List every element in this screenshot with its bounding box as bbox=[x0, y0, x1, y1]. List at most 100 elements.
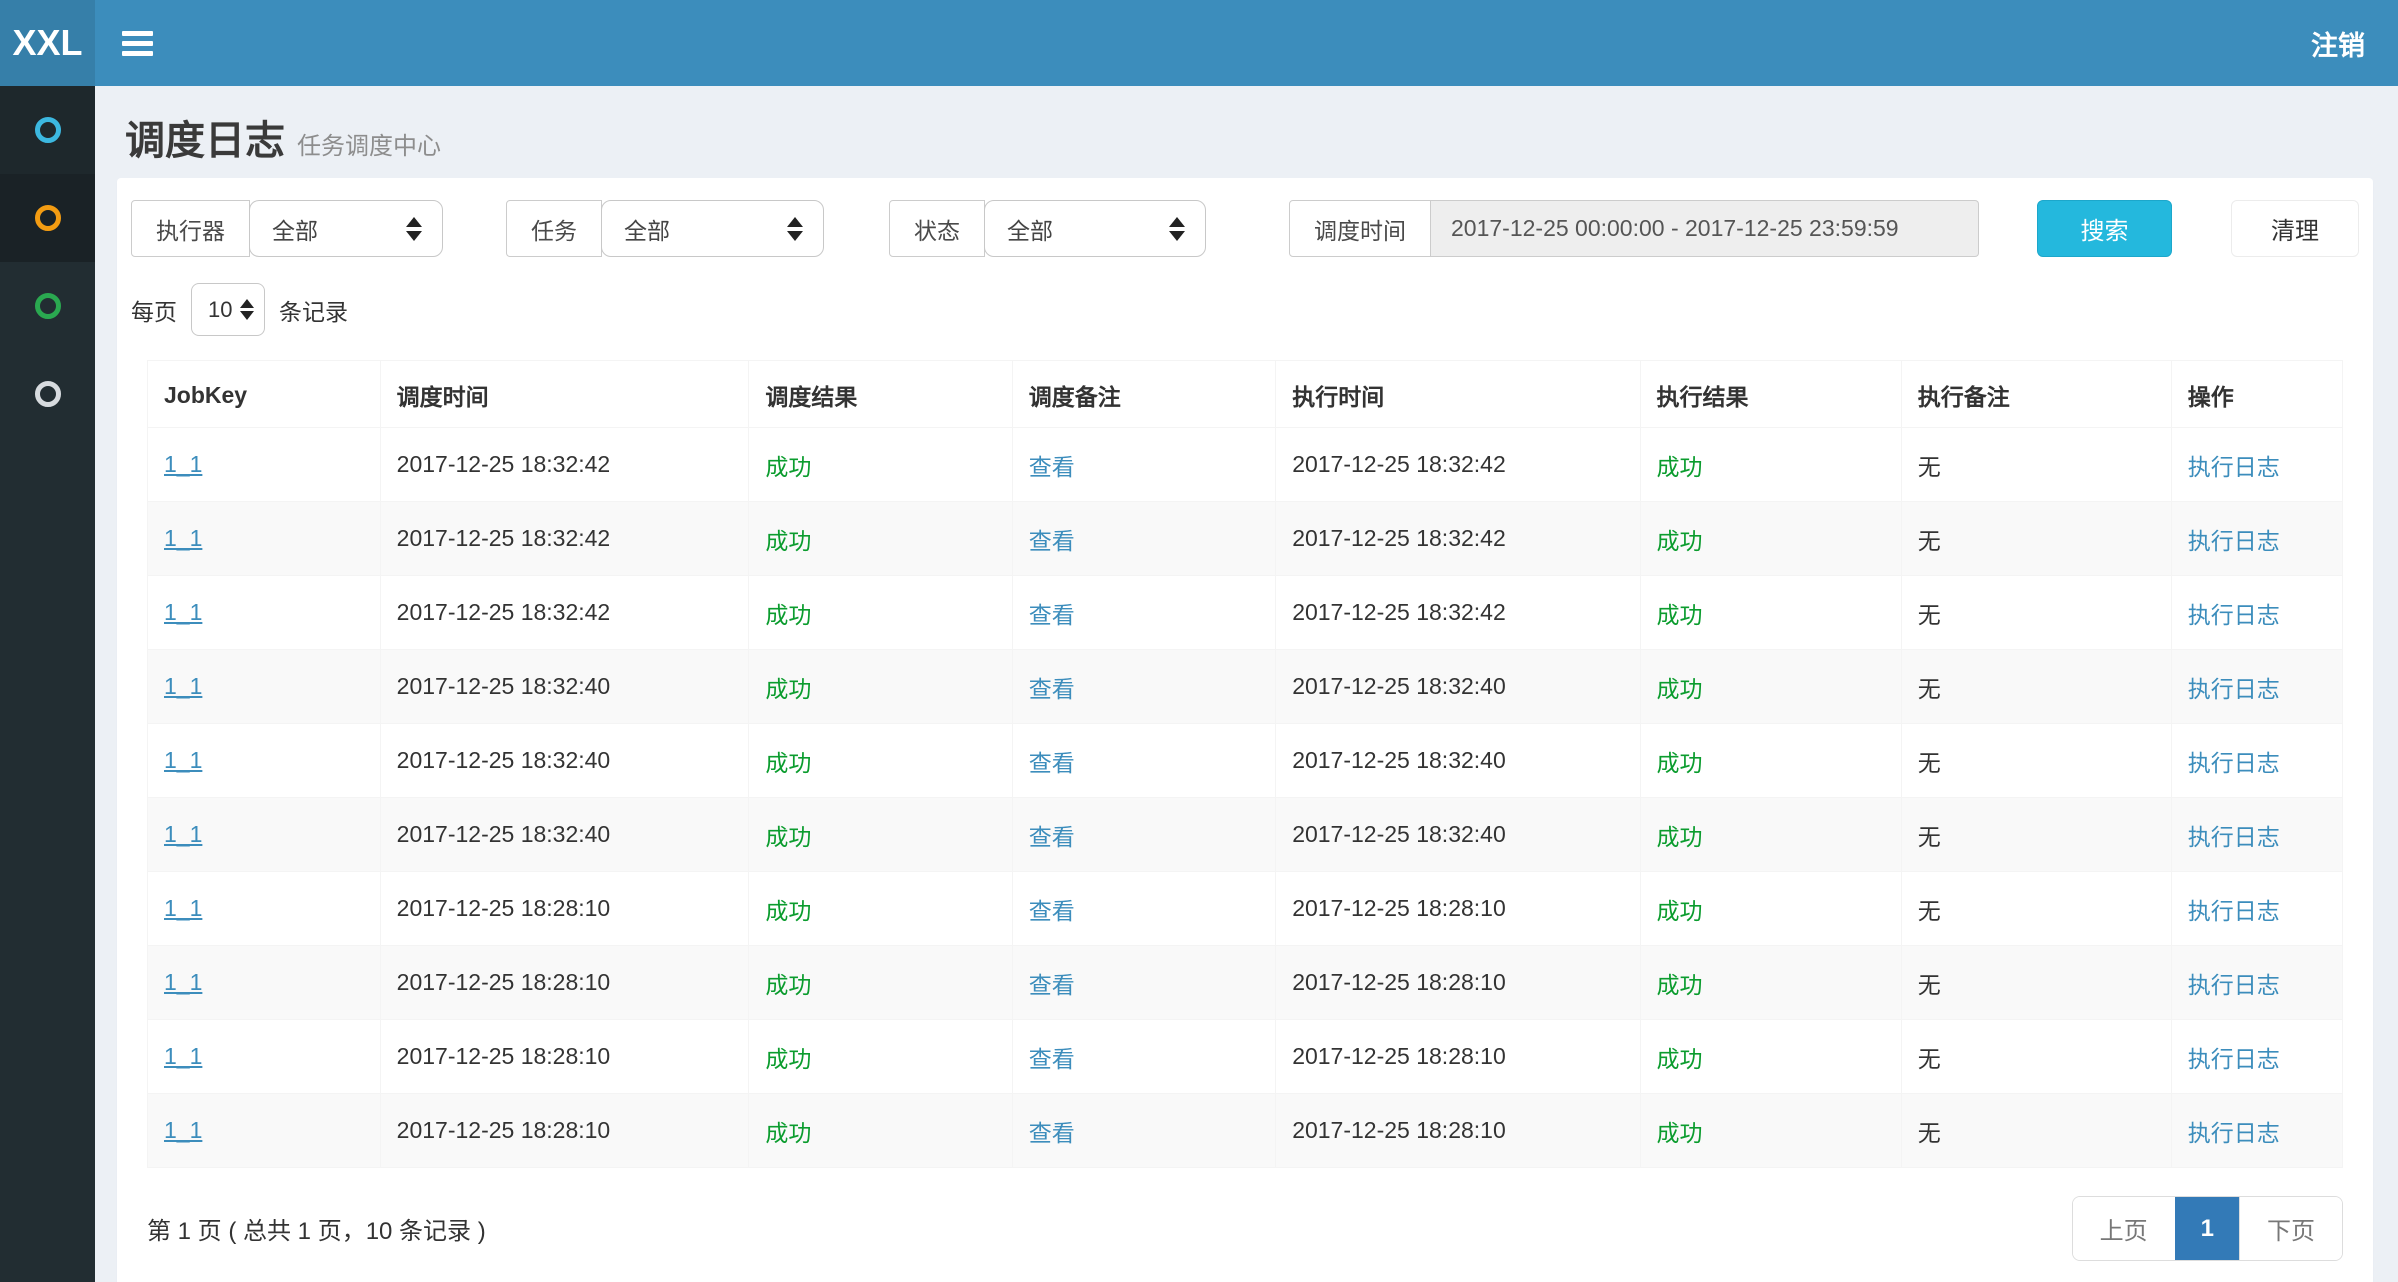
sidebar-menu bbox=[0, 86, 95, 1282]
job-key-link[interactable]: 1_1 bbox=[164, 599, 202, 625]
execute-log-link[interactable]: 执行日志 bbox=[2188, 972, 2280, 998]
clear-log-button[interactable]: 清理 bbox=[2231, 200, 2359, 257]
handle-result-text: 成功 bbox=[1657, 898, 1703, 924]
handle-result-text: 成功 bbox=[1657, 528, 1703, 554]
sidebar-toggle-icon[interactable] bbox=[122, 31, 153, 56]
log-table-wrap: JobKey 调度时间 调度结果 调度备注 执行时间 执行结果 执行备注 操作 bbox=[117, 360, 2373, 1168]
handle-result-text: 成功 bbox=[1657, 1120, 1703, 1146]
execute-log-link[interactable]: 执行日志 bbox=[2188, 1120, 2280, 1146]
execute-log-link[interactable]: 执行日志 bbox=[2188, 528, 2280, 554]
job-key-link[interactable]: 1_1 bbox=[164, 1043, 202, 1069]
sidebar-item-jobinfo[interactable] bbox=[0, 262, 95, 350]
trigger-msg-view-link[interactable]: 查看 bbox=[1029, 1046, 1075, 1072]
job-key-link[interactable]: 1_1 bbox=[164, 673, 202, 699]
trigger-result-text: 成功 bbox=[765, 676, 811, 702]
trigger-time-filter-label: 调度时间 bbox=[1289, 200, 1431, 257]
executor-filter-value: 全部 bbox=[272, 212, 318, 246]
prev-page-button[interactable]: 上页 bbox=[2073, 1197, 2175, 1260]
handle-time-cell: 2017-12-25 18:28:10 bbox=[1276, 1020, 1640, 1094]
trigger-msg-view-link[interactable]: 查看 bbox=[1029, 676, 1075, 702]
execute-log-link[interactable]: 执行日志 bbox=[2188, 676, 2280, 702]
trigger-time-range-input[interactable]: 2017-12-25 00:00:00 - 2017-12-25 23:59:5… bbox=[1431, 200, 1979, 257]
handle-msg-cell: 无 bbox=[1901, 576, 2171, 650]
job-key-link[interactable]: 1_1 bbox=[164, 525, 202, 551]
trigger-time-cell: 2017-12-25 18:28:10 bbox=[380, 872, 749, 946]
handle-msg-cell: 无 bbox=[1901, 650, 2171, 724]
content-header: 调度日志 任务调度中心 bbox=[95, 86, 2398, 178]
job-key-link[interactable]: 1_1 bbox=[164, 747, 202, 773]
current-page-button[interactable]: 1 bbox=[2175, 1197, 2239, 1260]
sidebar-item-dashboard[interactable] bbox=[0, 86, 95, 174]
page-size-select[interactable]: 10 bbox=[191, 283, 265, 336]
circle-icon bbox=[35, 293, 61, 319]
trigger-msg-view-link[interactable]: 查看 bbox=[1029, 528, 1075, 554]
handle-result-text: 成功 bbox=[1657, 824, 1703, 850]
execute-log-link[interactable]: 执行日志 bbox=[2188, 898, 2280, 924]
column-header-trigger-result: 调度结果 bbox=[749, 361, 1012, 428]
executor-filter-select[interactable]: 全部 bbox=[249, 200, 443, 257]
column-header-action: 操作 bbox=[2171, 361, 2342, 428]
logout-link[interactable]: 注销 bbox=[2311, 24, 2365, 63]
job-filter-label: 任务 bbox=[506, 200, 602, 257]
job-key-link[interactable]: 1_1 bbox=[164, 451, 202, 477]
job-key-link[interactable]: 1_1 bbox=[164, 821, 202, 847]
trigger-result-text: 成功 bbox=[765, 528, 811, 554]
execute-log-link[interactable]: 执行日志 bbox=[2188, 602, 2280, 628]
trigger-time-filter-group: 调度时间 2017-12-25 00:00:00 - 2017-12-25 23… bbox=[1289, 200, 1979, 257]
page-size-row: 每页 10 条记录 bbox=[117, 275, 2373, 360]
trigger-time-cell: 2017-12-25 18:32:42 bbox=[380, 428, 749, 502]
next-page-button[interactable]: 下页 bbox=[2239, 1197, 2342, 1260]
status-filter-value: 全部 bbox=[1007, 212, 1053, 246]
column-header-handle-time: 执行时间 bbox=[1276, 361, 1640, 428]
handle-time-cell: 2017-12-25 18:28:10 bbox=[1276, 872, 1640, 946]
select-arrows-icon bbox=[240, 299, 254, 320]
trigger-msg-view-link[interactable]: 查看 bbox=[1029, 898, 1075, 924]
log-panel: 执行器 全部 任务 全部 状态 全部 bbox=[117, 178, 2373, 1282]
column-header-handle-msg: 执行备注 bbox=[1901, 361, 2171, 428]
handle-msg-cell: 无 bbox=[1901, 1094, 2171, 1168]
trigger-msg-view-link[interactable]: 查看 bbox=[1029, 454, 1075, 480]
app-logo[interactable]: XXL bbox=[0, 0, 95, 86]
execute-log-link[interactable]: 执行日志 bbox=[2188, 824, 2280, 850]
handle-result-text: 成功 bbox=[1657, 972, 1703, 998]
handle-msg-cell: 无 bbox=[1901, 1020, 2171, 1094]
job-key-link[interactable]: 1_1 bbox=[164, 969, 202, 995]
trigger-msg-view-link[interactable]: 查看 bbox=[1029, 750, 1075, 776]
job-key-link[interactable]: 1_1 bbox=[164, 1117, 202, 1143]
trigger-time-cell: 2017-12-25 18:32:42 bbox=[380, 576, 749, 650]
job-filter-group: 任务 全部 bbox=[506, 200, 824, 257]
search-button[interactable]: 搜索 bbox=[2037, 200, 2172, 257]
trigger-msg-view-link[interactable]: 查看 bbox=[1029, 602, 1075, 628]
trigger-result-text: 成功 bbox=[765, 454, 811, 480]
trigger-msg-view-link[interactable]: 查看 bbox=[1029, 1120, 1075, 1146]
execute-log-link[interactable]: 执行日志 bbox=[2188, 1046, 2280, 1072]
trigger-result-text: 成功 bbox=[765, 750, 811, 776]
execute-log-link[interactable]: 执行日志 bbox=[2188, 454, 2280, 480]
pagination-row: 第 1 页 ( 总共 1 页，10 条记录 ) 上页 1 下页 bbox=[117, 1168, 2373, 1271]
execute-log-link[interactable]: 执行日志 bbox=[2188, 750, 2280, 776]
table-row: 1_1 2017-12-25 18:32:42 成功 查看 2017-12-25… bbox=[148, 502, 2343, 576]
circle-icon bbox=[35, 205, 61, 231]
status-filter-group: 状态 全部 bbox=[889, 200, 1206, 257]
column-header-trigger-time: 调度时间 bbox=[380, 361, 749, 428]
trigger-time-cell: 2017-12-25 18:32:42 bbox=[380, 502, 749, 576]
trigger-msg-view-link[interactable]: 查看 bbox=[1029, 972, 1075, 998]
select-arrows-icon bbox=[787, 217, 803, 241]
select-arrows-icon bbox=[1169, 217, 1185, 241]
table-row: 1_1 2017-12-25 18:28:10 成功 查看 2017-12-25… bbox=[148, 1020, 2343, 1094]
table-row: 1_1 2017-12-25 18:32:40 成功 查看 2017-12-25… bbox=[148, 650, 2343, 724]
sidebar-item-joblog-active[interactable] bbox=[0, 174, 95, 262]
job-filter-select[interactable]: 全部 bbox=[601, 200, 824, 257]
top-navbar: XXL 注销 bbox=[0, 0, 2398, 86]
trigger-time-cell: 2017-12-25 18:28:10 bbox=[380, 1094, 749, 1168]
sidebar-item-executor[interactable] bbox=[0, 350, 95, 438]
handle-msg-cell: 无 bbox=[1901, 724, 2171, 798]
handle-msg-cell: 无 bbox=[1901, 502, 2171, 576]
page-size-prefix: 每页 bbox=[131, 293, 177, 327]
handle-result-text: 成功 bbox=[1657, 676, 1703, 702]
status-filter-select[interactable]: 全部 bbox=[984, 200, 1206, 257]
job-key-link[interactable]: 1_1 bbox=[164, 895, 202, 921]
job-filter-value: 全部 bbox=[624, 212, 670, 246]
handle-time-cell: 2017-12-25 18:28:10 bbox=[1276, 1094, 1640, 1168]
trigger-msg-view-link[interactable]: 查看 bbox=[1029, 824, 1075, 850]
